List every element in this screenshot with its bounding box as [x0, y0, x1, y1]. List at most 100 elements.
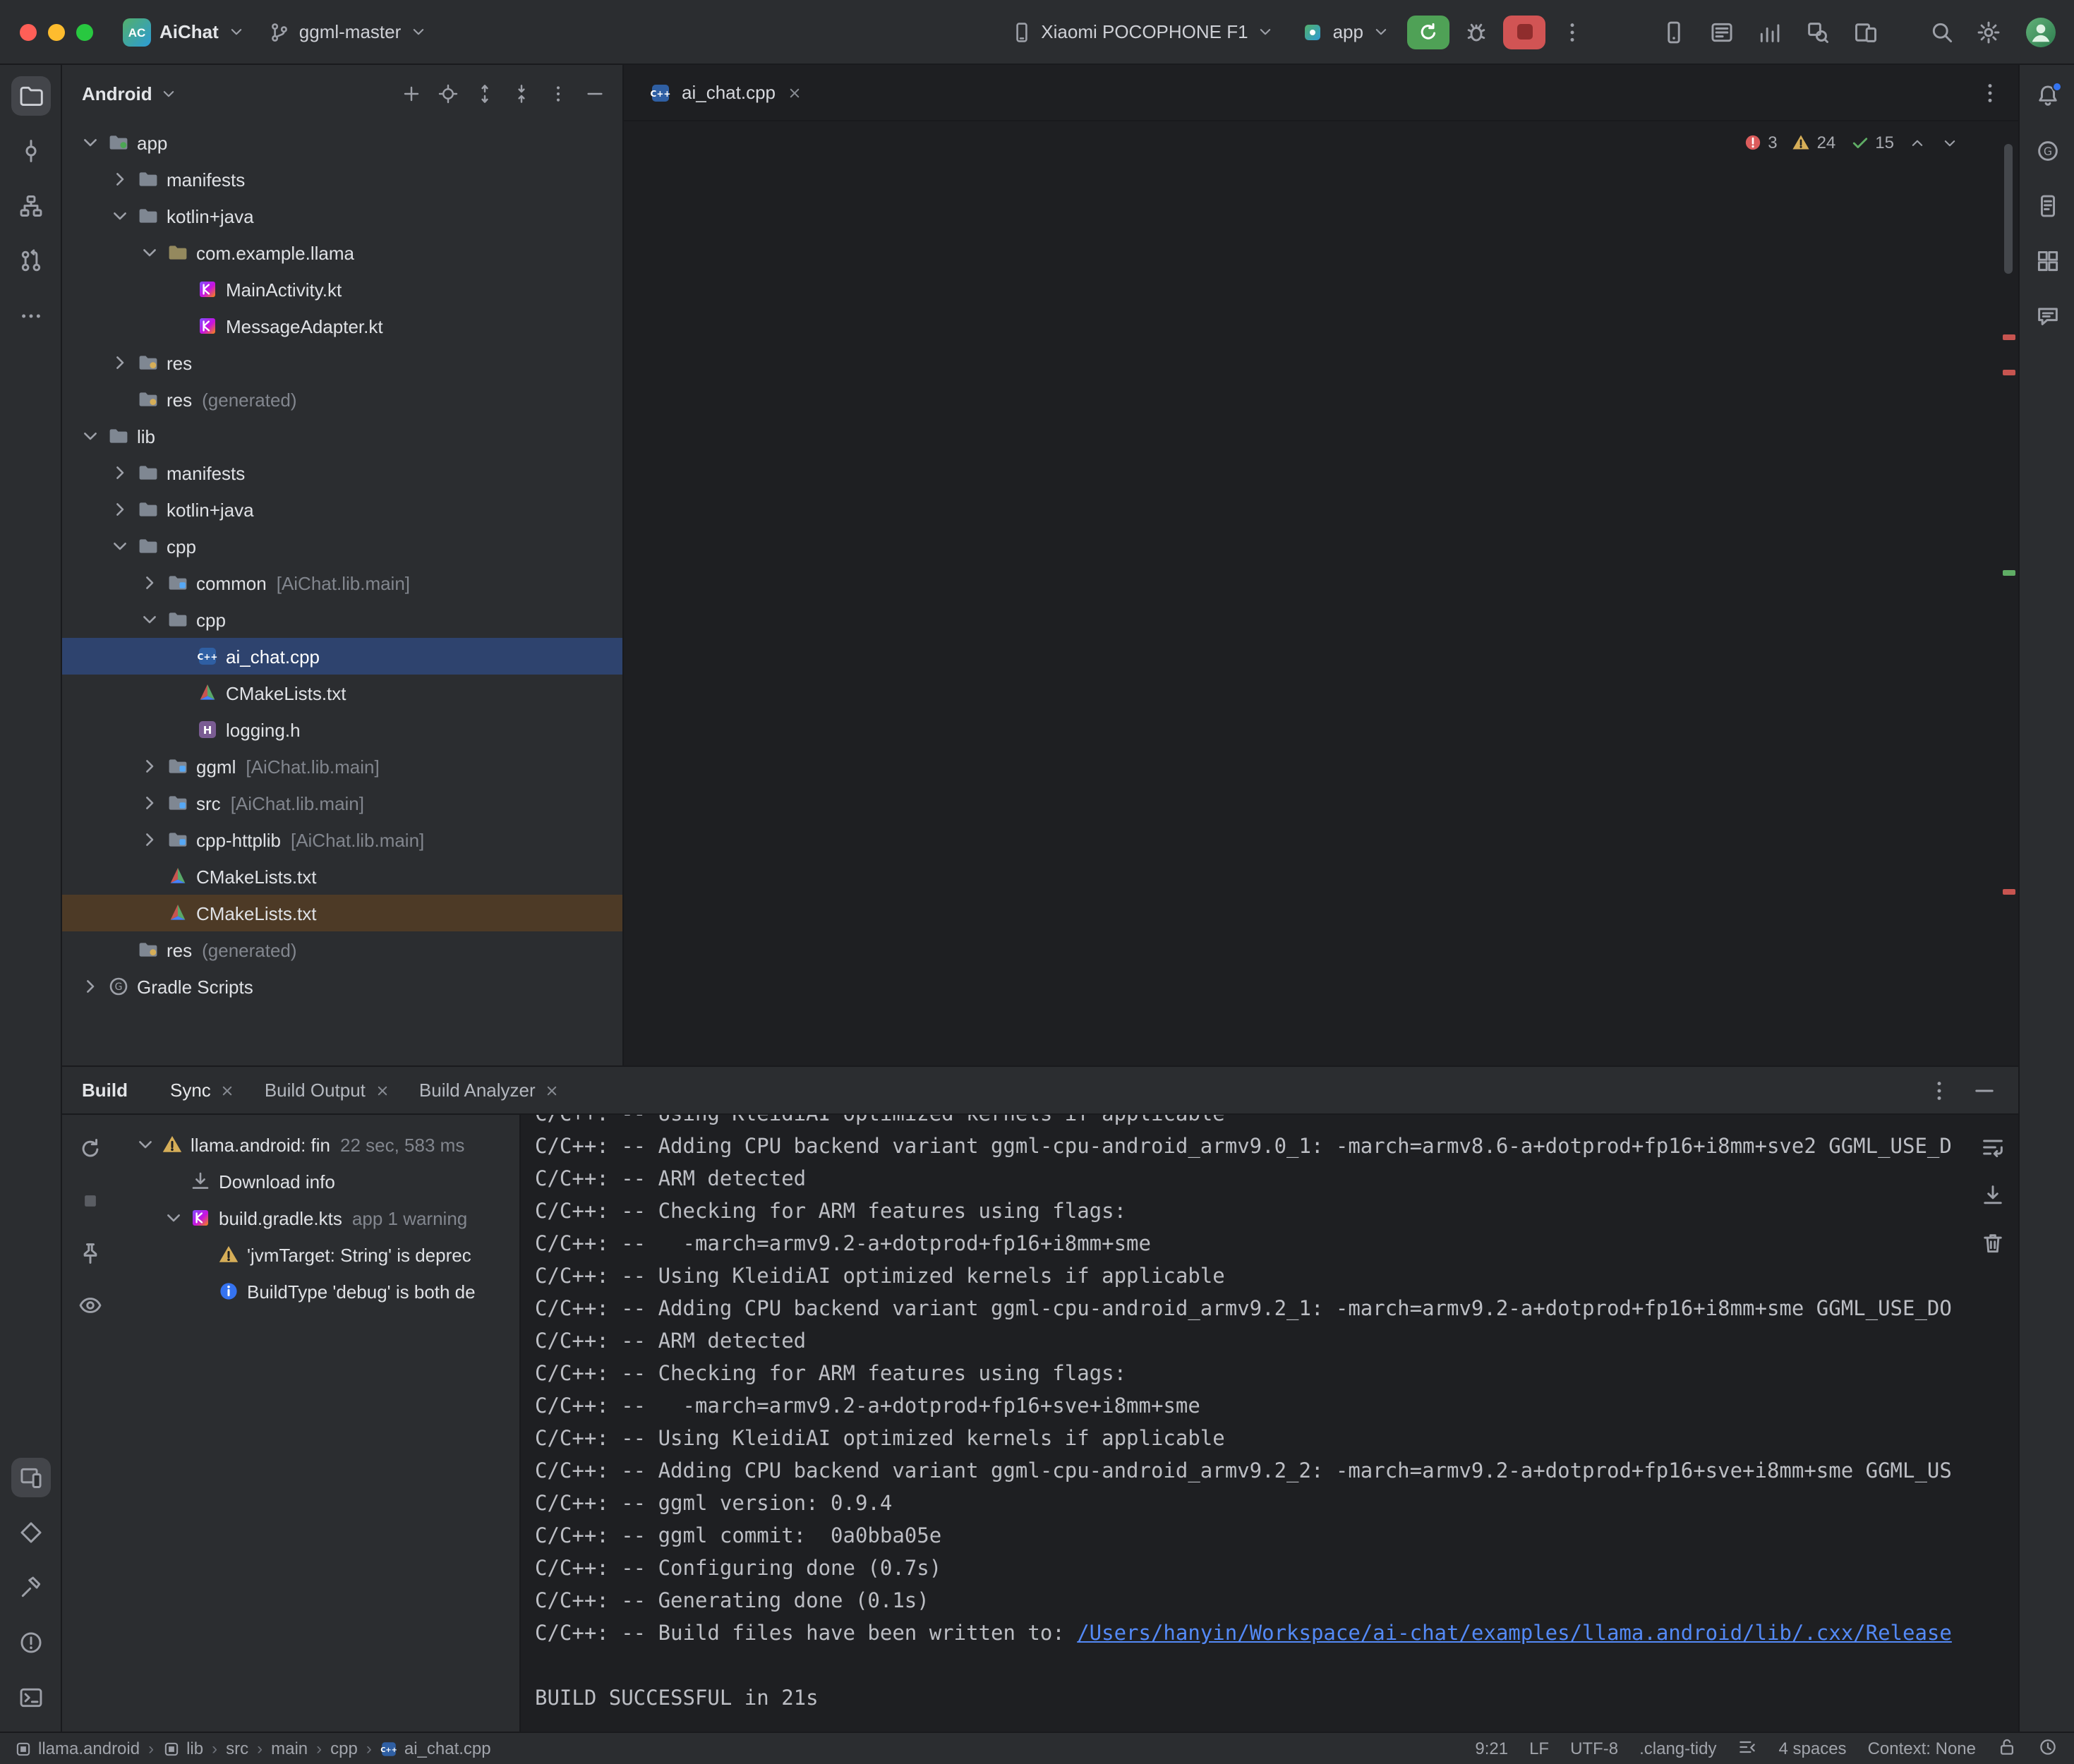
build-options-button[interactable]	[1919, 1070, 1959, 1110]
build-panel-title[interactable]: Build	[82, 1080, 128, 1101]
error-stripe-mark[interactable]	[2003, 334, 2015, 339]
editor-scrollbar[interactable]	[2004, 144, 2013, 274]
tree-item-logging-h[interactable]: Hlogging.h	[62, 711, 622, 748]
tree-item-cpp[interactable]: cpp	[62, 601, 622, 638]
unlock-button[interactable]	[1997, 1736, 2017, 1760]
hide-button[interactable]	[577, 76, 611, 110]
chevron-down-icon[interactable]	[106, 535, 134, 557]
chevron-right-icon[interactable]	[135, 572, 164, 594]
build-tree-item-buildtype-debug-is-both-de[interactable]: BuildType 'debug' is both de	[119, 1273, 519, 1310]
status-item-lf[interactable]: LF	[1529, 1739, 1549, 1758]
build-tree-item-download-info[interactable]: Download info	[119, 1163, 519, 1200]
tree-item-cmakelists-txt[interactable]: CMakeLists.txt	[62, 858, 622, 895]
build-tab-sync[interactable]: Sync	[156, 1067, 251, 1113]
stop-button[interactable]	[1503, 15, 1545, 49]
status-item-4-spaces[interactable]: 4 spaces	[1779, 1739, 1847, 1758]
profiler-button[interactable]	[1750, 12, 1790, 52]
soft-wrap-button[interactable]	[1977, 1132, 2008, 1163]
change-stripe-mark[interactable]	[2003, 570, 2015, 575]
tree-item-res[interactable]: res	[62, 344, 622, 381]
tree-item-app[interactable]: app	[62, 124, 622, 161]
previous-problem-button[interactable]	[1908, 133, 1927, 152]
search-everywhere-button[interactable]	[1922, 12, 1962, 52]
tree-item-cpp[interactable]: cpp	[62, 528, 622, 564]
breadcrumb-main[interactable]: main	[271, 1739, 308, 1758]
chevron-down-icon[interactable]	[135, 241, 164, 264]
more-horizontal-button[interactable]	[11, 296, 50, 336]
settings-button[interactable]	[1969, 12, 2008, 52]
breadcrumb-llama-android[interactable]: llama.android	[14, 1739, 140, 1758]
build-tree-item-llama-android-fin[interactable]: llama.android: fin22 sec, 583 ms	[119, 1126, 519, 1163]
close-icon[interactable]	[219, 1082, 236, 1099]
chevron-right-icon[interactable]	[106, 498, 134, 521]
chevron-right-icon[interactable]	[135, 828, 164, 851]
tree-item-cmakelists-txt[interactable]: CMakeLists.txt	[62, 675, 622, 711]
error-stripe-mark[interactable]	[2003, 370, 2015, 375]
app-inspection-button[interactable]	[1798, 12, 1838, 52]
tree-item-gradle-scripts[interactable]: GGradle Scripts	[62, 968, 622, 1005]
inspections-widget[interactable]: 3 24 15	[1742, 133, 1959, 152]
chevron-down-icon[interactable]	[135, 608, 164, 631]
minimize-window-button[interactable]	[48, 23, 65, 40]
close-window-button[interactable]	[20, 23, 37, 40]
terminal-button[interactable]	[11, 1678, 50, 1717]
problems-button[interactable]	[11, 1623, 50, 1662]
passed-count[interactable]: 15	[1850, 133, 1894, 152]
chevron-down-icon[interactable]	[106, 205, 134, 227]
chevron-down-icon[interactable]	[76, 131, 104, 154]
notifications-button[interactable]	[2027, 76, 2067, 116]
tree-item-ggml[interactable]: ggml[AiChat.lib.main]	[62, 748, 622, 785]
chevron-down-icon[interactable]	[76, 425, 104, 447]
tree-item-manifests[interactable]: manifests	[62, 454, 622, 491]
build-tab-build-analyzer[interactable]: Build Analyzer	[405, 1067, 575, 1113]
tree-item-cpp-httplib[interactable]: cpp-httplib[AiChat.lib.main]	[62, 821, 622, 858]
device-explorer-button[interactable]	[2027, 186, 2067, 226]
pin-button[interactable]	[73, 1236, 107, 1270]
breadcrumb-cpp[interactable]: cpp	[330, 1739, 358, 1758]
build-tree-item-build-gradle-kts[interactable]: build.gradle.ktsapp 1 warning	[119, 1200, 519, 1236]
build-console[interactable]: C/C++: -- Using KleidiAI optimized kerne…	[521, 1115, 2018, 1732]
tree-item-res[interactable]: res(generated)	[62, 931, 622, 968]
next-problem-button[interactable]	[1941, 133, 1959, 152]
chevron-right-icon[interactable]	[106, 168, 134, 191]
gradle-button[interactable]: G	[2027, 131, 2067, 171]
tree-item-src[interactable]: src[AiChat.lib.main]	[62, 785, 622, 821]
formatter-button[interactable]	[1738, 1736, 1758, 1760]
expand-all-button[interactable]	[467, 76, 501, 110]
zoom-window-button[interactable]	[76, 23, 93, 40]
chevron-right-icon[interactable]	[106, 461, 134, 484]
device-selector[interactable]: Xiaomi POCOPHONE F1	[1000, 15, 1284, 49]
status-item-utf-8[interactable]: UTF-8	[1570, 1739, 1618, 1758]
chevron-right-icon[interactable]	[135, 792, 164, 814]
tree-item-lib[interactable]: lib	[62, 418, 622, 454]
close-icon[interactable]	[785, 84, 802, 101]
chevron-down-icon[interactable]	[161, 1207, 186, 1229]
build-variants-button[interactable]	[11, 1513, 50, 1552]
avatar[interactable]	[2024, 15, 2058, 49]
tree-item-mainactivity-kt[interactable]: MainActivity.kt	[62, 271, 622, 308]
code-editor[interactable]	[624, 121, 2018, 1065]
breadcrumb-src[interactable]: src	[226, 1739, 248, 1758]
breadcrumb-lib[interactable]: lib	[162, 1739, 203, 1758]
tree-item-common[interactable]: common[AiChat.lib.main]	[62, 564, 622, 601]
error-stripe-mark[interactable]	[2003, 889, 2015, 894]
tree-item-com-example-llama[interactable]: com.example.llama	[62, 234, 622, 271]
vcs-branch-widget[interactable]: ggml-master	[258, 15, 438, 49]
project-folder-button[interactable]	[11, 76, 50, 116]
tree-item-cmakelists-txt[interactable]: CMakeLists.txt	[62, 895, 622, 931]
error-count[interactable]: 3	[1742, 133, 1777, 152]
eye-button[interactable]	[73, 1288, 107, 1322]
warning-count[interactable]: 24	[1792, 133, 1836, 152]
status-item-context-none[interactable]: Context: None	[1868, 1739, 1976, 1758]
more-vertical-button[interactable]	[541, 76, 574, 110]
commit-button[interactable]	[11, 131, 50, 171]
assistant-button[interactable]	[2027, 296, 2067, 336]
run-configuration-selector[interactable]: app	[1292, 15, 1400, 49]
running-devices-button[interactable]	[11, 1458, 50, 1497]
close-icon[interactable]	[544, 1082, 561, 1099]
tree-item-manifests[interactable]: manifests	[62, 161, 622, 198]
status-item-9-21[interactable]: 9:21	[1475, 1739, 1508, 1758]
build-button[interactable]	[11, 1568, 50, 1607]
pull-requests-button[interactable]	[11, 241, 50, 281]
structure-button[interactable]	[11, 186, 50, 226]
